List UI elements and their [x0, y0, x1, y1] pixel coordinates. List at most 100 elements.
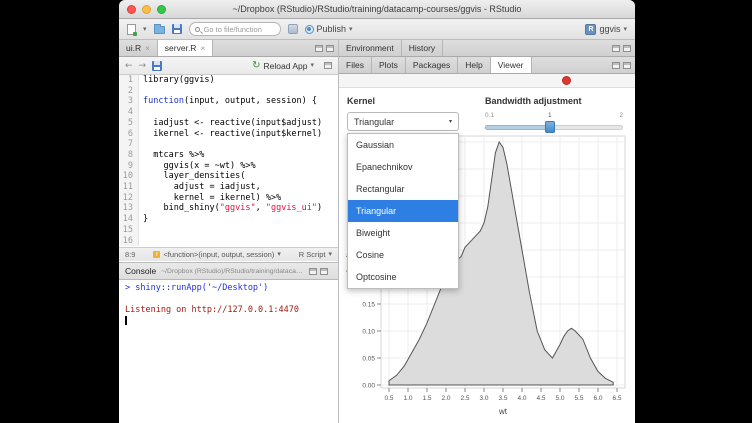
svg-text:4.5: 4.5 — [536, 395, 545, 402]
maximize-pane-icon[interactable] — [623, 45, 631, 52]
save-icon[interactable] — [172, 24, 182, 34]
console-output[interactable]: > shiny::runApp('~/Desktop') Listening o… — [119, 280, 338, 331]
slider-handle[interactable] — [545, 121, 555, 133]
svg-text:wt: wt — [498, 407, 508, 416]
line-number: 10 — [119, 171, 139, 182]
tab-packages[interactable]: Packages — [406, 57, 458, 73]
forward-icon[interactable]: → — [139, 61, 147, 71]
code-line: 4 — [119, 107, 338, 118]
tab-label: Files — [346, 60, 364, 70]
code-text: adjust = iadjust, — [139, 182, 261, 193]
code-line: 10 layer_densities( — [119, 171, 338, 182]
code-line: 8 mtcars %>% — [119, 150, 338, 161]
project-menu[interactable]: R ggvis ▾ — [585, 24, 627, 35]
files-tabbar: Files Plots Packages Help Viewer — [339, 57, 635, 74]
tab-label: Help — [465, 60, 482, 70]
code-text: ikernel <- reactive(input$kernel) — [139, 129, 322, 140]
console-pane: Console ~/Dropbox (RStudio)/RStudio/trai… — [119, 263, 338, 423]
reload-app-button[interactable]: ↻ Reload App ▾ — [252, 60, 314, 71]
svg-text:0.15: 0.15 — [362, 302, 375, 309]
code-text: layer_densities( — [139, 171, 245, 182]
code-line: 9 ggvis(x = ~wt) %>% — [119, 161, 338, 172]
kernel-option-optcosine[interactable]: Optcosine — [348, 266, 458, 288]
minimize-pane-icon[interactable] — [612, 62, 620, 69]
line-number: 4 — [119, 107, 139, 118]
svg-text:0.05: 0.05 — [362, 356, 375, 363]
tab-label: Plots — [379, 60, 398, 70]
code-text — [139, 107, 148, 118]
scope-selector[interactable]: f <function>(input, output, session) ▾ — [153, 250, 280, 259]
svg-text:6.0: 6.0 — [593, 395, 602, 402]
svg-text:4.0: 4.0 — [517, 395, 526, 402]
tab-files[interactable]: Files — [339, 57, 372, 73]
line-number: 6 — [119, 129, 139, 140]
pane-window-icons — [612, 40, 635, 56]
tab-plots[interactable]: Plots — [372, 57, 406, 73]
code-text — [139, 236, 148, 247]
minimize-pane-icon[interactable] — [612, 45, 620, 52]
tab-history[interactable]: History — [402, 40, 443, 56]
kernel-option-cosine[interactable]: Cosine — [348, 244, 458, 266]
kernel-option-biweight[interactable]: Biweight — [348, 222, 458, 244]
screen-background: ~/Dropbox (RStudio)/RStudio/training/dat… — [0, 0, 752, 423]
stop-app-icon[interactable] — [562, 76, 571, 85]
code-text — [139, 225, 148, 236]
svg-text:1.5: 1.5 — [422, 395, 431, 402]
close-tab-icon[interactable]: × — [200, 44, 205, 53]
code-line: 16 — [119, 236, 338, 247]
tab-label: History — [409, 43, 435, 53]
editor-tab-server-r[interactable]: server.R× — [158, 40, 213, 56]
minimize-button[interactable] — [142, 5, 151, 14]
console-tab[interactable]: Console — [125, 266, 156, 276]
minimize-pane-icon[interactable] — [309, 268, 317, 275]
line-number: 13 — [119, 203, 139, 214]
maximize-pane-icon[interactable] — [326, 45, 334, 52]
source-popout-icon[interactable] — [324, 62, 332, 69]
code-line: 6 ikernel <- reactive(input$kernel) — [119, 129, 338, 140]
publish-button[interactable]: Publish ▾ — [305, 24, 353, 34]
kernel-option-triangular[interactable]: Triangular — [348, 200, 458, 222]
line-number: 14 — [119, 214, 139, 225]
source-pane: ui.R×server.R× ← → ↻ Reload App ▾ 1libra… — [119, 40, 338, 262]
editor-tab-ui-r[interactable]: ui.R × — [119, 40, 158, 56]
new-file-icon[interactable] — [127, 24, 136, 35]
minimize-pane-icon[interactable] — [315, 45, 323, 52]
close-button[interactable] — [127, 5, 136, 14]
svg-text:0.10: 0.10 — [362, 329, 375, 336]
kernel-option-rectangular[interactable]: Rectangular — [348, 178, 458, 200]
code-line: 14} — [119, 214, 338, 225]
addins-icon[interactable] — [288, 24, 298, 34]
file-type-label: R Script — [299, 250, 326, 259]
maximize-pane-icon[interactable] — [320, 268, 328, 275]
save-file-icon[interactable] — [152, 61, 162, 71]
maximize-pane-icon[interactable] — [623, 62, 631, 69]
new-file-caret-icon[interactable]: ▾ — [143, 26, 147, 33]
code-text: iadjust <- reactive(input$adjust) — [139, 118, 322, 129]
search-placeholder: Go to file/function — [204, 25, 262, 34]
open-file-icon[interactable] — [154, 26, 165, 34]
goto-file-search[interactable]: Go to file/function — [189, 22, 281, 36]
main-toolbar: ▾ Go to file/function Publish ▾ R ggvis … — [119, 19, 635, 40]
close-tab-icon[interactable]: × — [145, 44, 150, 53]
tab-environment[interactable]: Environment — [339, 40, 402, 56]
bandwidth-label: Bandwidth adjustment — [485, 96, 623, 106]
code-text: function(input, output, session) { — [139, 96, 317, 107]
kernel-option-gaussian[interactable]: Gaussian — [348, 134, 458, 156]
scope-caret-icon: ▾ — [277, 251, 281, 258]
file-type-selector[interactable]: R Script ▾ — [299, 250, 332, 259]
kernel-option-epanechnikov[interactable]: Epanechnikov — [348, 156, 458, 178]
code-text: } — [139, 214, 148, 225]
tab-viewer[interactable]: Viewer — [491, 57, 532, 73]
window-controls — [127, 0, 166, 18]
back-icon[interactable]: ← — [125, 61, 133, 71]
tab-help[interactable]: Help — [458, 57, 490, 73]
reload-caret-icon: ▾ — [310, 62, 314, 69]
tab-label: ui.R — [126, 43, 141, 53]
line-number: 12 — [119, 193, 139, 204]
line-number: 7 — [119, 139, 139, 150]
zoom-button[interactable] — [157, 5, 166, 14]
rstudio-window: ~/Dropbox (RStudio)/RStudio/training/dat… — [119, 0, 635, 423]
code-editor[interactable]: 1library(ggvis)2 3function(input, output… — [119, 75, 338, 247]
line-number: 5 — [119, 118, 139, 129]
svg-text:2.0: 2.0 — [441, 395, 450, 402]
